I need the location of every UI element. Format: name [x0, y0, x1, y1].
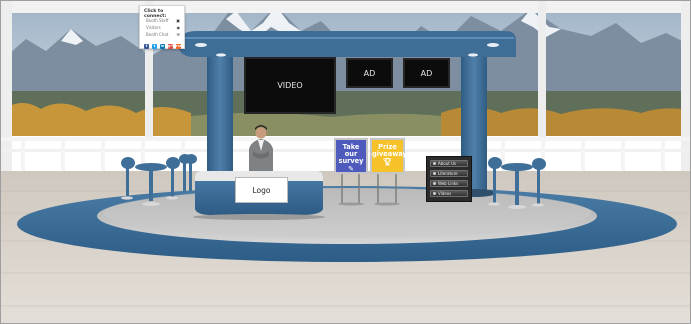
booth-logo-label: Logo: [252, 185, 271, 195]
pencil-icon: ✎: [348, 165, 354, 173]
chat-icon: ✉: [176, 32, 180, 37]
people-icon: ▣: [176, 18, 180, 23]
connect-row-label: Booth Staff: [146, 18, 169, 23]
bullet-icon: [433, 172, 436, 175]
facebook-icon[interactable]: f: [144, 44, 149, 49]
eye-icon: ◉: [176, 25, 181, 30]
virtual-booth-stage: VIDEO AD AD Logo Take our survey ✎ Prize…: [0, 0, 691, 324]
survey-poster[interactable]: Take our survey ✎: [334, 138, 368, 174]
video-screen[interactable]: VIDEO: [244, 57, 336, 114]
kiosk-button-label: Web Links: [438, 181, 459, 186]
kiosk-button-web-links[interactable]: Web Links: [430, 180, 468, 187]
kiosk-button-label: About Us: [438, 161, 457, 166]
survey-poster-line2: survey: [338, 157, 364, 165]
trophy-icon: 🏆︎: [383, 158, 392, 166]
prize-poster-line2: giveaway: [372, 150, 407, 158]
connect-row-label: Booth Chat: [146, 32, 169, 37]
survey-poster-line1: Take our: [342, 143, 360, 158]
kiosk-button-about-us[interactable]: About Us: [430, 160, 468, 167]
prize-giveaway-poster[interactable]: Prize giveaway 🏆︎: [370, 138, 407, 174]
connect-visitors[interactable]: Visitors ◉: [146, 25, 182, 31]
connect-row-label: Visitors: [146, 25, 161, 30]
kiosk-button-label: Literature: [438, 171, 458, 176]
bullet-icon: [433, 182, 436, 185]
video-screen-label: VIDEO: [277, 81, 303, 90]
connect-panel: Click to connect: Booth Staff ▣ Visitors…: [139, 5, 185, 49]
ad-screen-1[interactable]: AD: [346, 58, 393, 88]
connect-booth-chat[interactable]: Booth Chat ✉: [146, 32, 182, 38]
connect-booth-staff[interactable]: Booth Staff ▣: [146, 18, 182, 24]
ad-screen-2[interactable]: AD: [403, 58, 450, 88]
kiosk-button-videos[interactable]: Videos: [430, 190, 468, 197]
twitter-icon[interactable]: t: [152, 44, 157, 49]
kiosk-button-literature[interactable]: Literature: [430, 170, 468, 177]
booth-logo[interactable]: Logo: [235, 177, 288, 203]
info-kiosk: About Us Literature Web Links Videos: [426, 156, 472, 202]
ad-screen-2-label: AD: [420, 68, 433, 78]
bullet-icon: [433, 162, 436, 165]
bullet-icon: [433, 192, 436, 195]
ad-screen-1-label: AD: [363, 68, 376, 78]
googleplus-icon[interactable]: g+: [168, 44, 173, 49]
kiosk-button-label: Videos: [438, 191, 452, 196]
rss-icon[interactable]: rss: [176, 44, 182, 49]
linkedin-icon[interactable]: in: [160, 44, 165, 49]
